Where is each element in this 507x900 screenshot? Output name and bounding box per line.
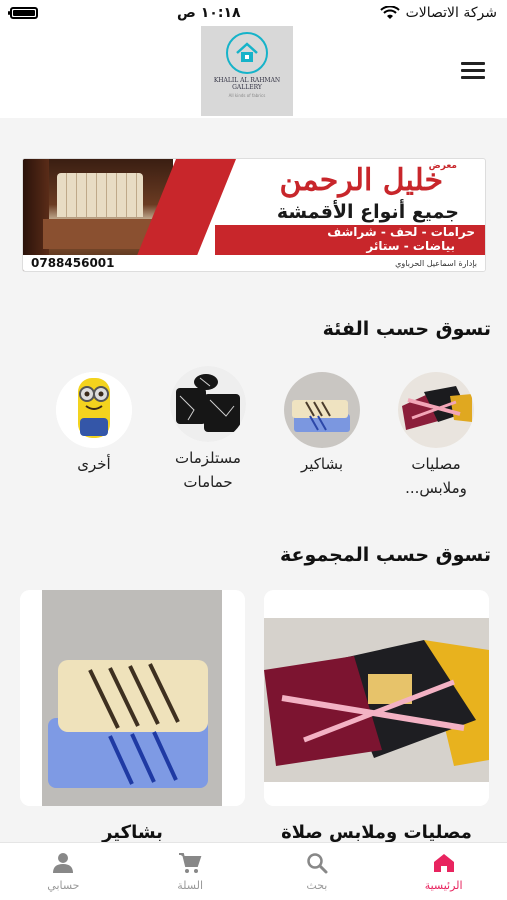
home-icon [433, 854, 454, 872]
categories-section-title: تسوق حسب الفئة [322, 318, 491, 340]
collection-label: مصليات وملابس صلاة [281, 822, 472, 843]
category-label: مستلزمات حمامات [175, 449, 241, 491]
nav-account[interactable]: حسابي [0, 843, 127, 900]
user-icon [53, 853, 74, 873]
collections-section-title: تسوق حسب المجموعة [280, 544, 491, 566]
category-image [284, 372, 360, 448]
banner-subtitle: جميع أنواع الأقمشة [276, 201, 459, 223]
banner-brand-name: خليل الرحمن [279, 163, 443, 198]
search-icon [307, 853, 328, 874]
banner-products-line1: حرامات - لحف - شراشف [327, 225, 475, 239]
hamburger-menu-icon[interactable] [461, 62, 485, 82]
category-image [398, 372, 474, 448]
status-carrier-group: شركة الاتصالات [379, 5, 497, 21]
collection-card-towels[interactable] [20, 590, 245, 806]
logo-house-icon [226, 32, 268, 74]
app-header: KHALIL AL RAHMAN GALLERY All kinds of fa… [0, 26, 507, 118]
banner-products-line2: بياضات - ستائر [366, 239, 455, 253]
logo-name: KHALIL AL RAHMAN GALLERY [213, 77, 281, 91]
banner-footer: 0788456001 بإدارة اسماعيل الحرباوي [23, 255, 485, 271]
logo-tagline: All kinds of fabrics [228, 93, 266, 98]
nav-home-label: الرئيسية [424, 879, 463, 892]
wifi-icon [379, 6, 400, 19]
banner-phone: 0788456001 [31, 256, 115, 270]
nav-search-label: بحث [306, 879, 328, 892]
collection-image [20, 590, 245, 806]
collection-label: بشاكير [102, 822, 163, 843]
promo-banner[interactable]: معرض خليل الرحمن جميع أنواع الأقمشة حرام… [22, 158, 486, 272]
category-label: مصليات وملابس... [405, 455, 467, 497]
category-other[interactable]: أخرى [44, 372, 144, 476]
collection-image [264, 590, 489, 806]
store-logo[interactable]: KHALIL AL RAHMAN GALLERY All kinds of fa… [201, 26, 293, 116]
nav-cart[interactable]: السلة [127, 843, 254, 900]
nav-cart-label: السلة [177, 879, 204, 892]
banner-manager: بإدارة اسماعيل الحرباوي [395, 258, 477, 268]
bottom-navigation: الرئيسية بحث السلة حسابي [0, 842, 507, 900]
nav-account-label: حسابي [47, 879, 80, 892]
category-prayer-wear[interactable]: مصليات وملابس... [386, 372, 486, 500]
category-label: أخرى [77, 455, 111, 473]
status-bar: شركة الاتصالات ١٠:١٨ ص [0, 0, 507, 26]
category-image [56, 372, 132, 448]
collection-card-prayer-wear[interactable] [264, 590, 489, 806]
battery-icon [8, 7, 39, 19]
nav-home[interactable]: الرئيسية [380, 843, 507, 900]
clock: ١٠:١٨ ص [177, 5, 241, 21]
category-towels[interactable]: بشاكير [272, 372, 372, 476]
category-bathroom-supplies[interactable]: مستلزمات حمامات [158, 366, 258, 494]
nav-search[interactable]: بحث [254, 843, 381, 900]
cart-icon [179, 853, 202, 873]
carrier-name: شركة الاتصالات [405, 5, 497, 21]
category-label: بشاكير [300, 455, 344, 473]
category-image [170, 366, 246, 442]
